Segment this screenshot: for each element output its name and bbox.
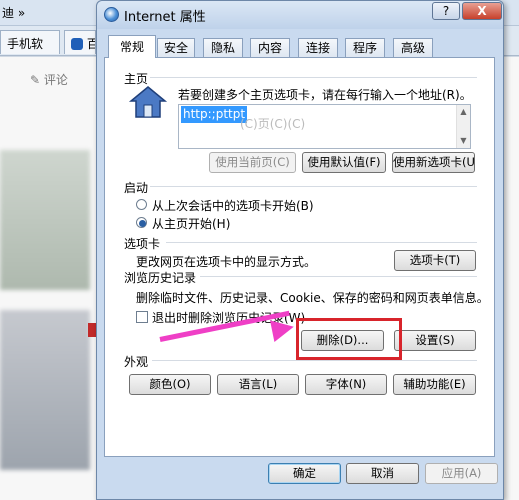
page-image-blurred-2 [0,310,90,470]
appearance-divider [152,360,477,361]
colors-button[interactable]: 颜色(O) [129,374,211,395]
tabs-heading: 选项卡 [124,237,161,251]
browser-tab-1-label: 手机软 [7,37,44,51]
tabs-divider [166,242,477,243]
comment-link[interactable]: ✎ 评论 [30,71,68,88]
scroll-down-icon[interactable]: ▼ [457,136,470,145]
cancel-button[interactable]: 取消 [346,463,419,484]
use-default-button[interactable]: 使用默认值(F) [302,152,386,173]
startup-homepage-radio[interactable] [136,217,147,228]
toolbar-fragment: 迪 » [2,6,26,20]
delete-on-exit-checkbox[interactable] [136,311,148,323]
startup-last-session-radio[interactable] [136,199,147,210]
history-divider [200,276,477,277]
homepage-divider [150,77,477,78]
page-red-marker [88,323,96,337]
tab-programs[interactable]: 程序 [345,38,385,58]
tab-privacy[interactable]: 隐私 [203,38,243,58]
homepage-url-value: http:;pttpt [181,106,248,123]
tab-security[interactable]: 安全 [157,38,195,58]
homepage-url-ghost-text: (C)页(C)(C) [240,117,306,131]
history-settings-button[interactable]: 设置(S) [394,330,476,351]
tabs-description: 更改网页在选项卡中的显示方式。 [136,255,317,269]
close-button[interactable]: X [462,2,502,20]
comment-label: 评论 [43,73,68,87]
apply-button[interactable]: 应用(A) [425,463,498,484]
accessibility-button[interactable]: 辅助功能(E) [393,374,476,395]
home-icon [128,84,168,120]
history-description: 删除临时文件、历史记录、Cookie、保存的密码和网页表单信息。 [136,291,489,305]
page-image-blurred [0,150,90,290]
scroll-up-icon[interactable]: ▲ [457,107,470,116]
tab-advanced[interactable]: 高级 [393,38,433,58]
tab-general[interactable]: 常规 [108,35,156,58]
appearance-heading: 外观 [124,355,149,369]
languages-button[interactable]: 语言(L) [217,374,299,395]
startup-last-session-label: 从上次会话中的选项卡开始(B) [152,199,314,213]
internet-globe-icon [104,7,119,22]
pencil-icon: ✎ [30,73,41,87]
tab-content[interactable]: 内容 [250,38,290,58]
tab-connections[interactable]: 连接 [298,38,338,58]
dialog-title: Internet 属性 [124,10,206,25]
browser-tab-1[interactable]: 手机软 [0,30,60,54]
ok-button[interactable]: 确定 [268,463,341,484]
fonts-button[interactable]: 字体(N) [305,374,387,395]
browser-tab-2-label: 百 [87,37,95,51]
startup-homepage-label: 从主页开始(H) [152,217,231,231]
tabs-settings-button[interactable]: 选项卡(T) [394,250,476,271]
help-button[interactable]: ? [432,2,460,20]
startup-heading: 启动 [124,181,149,195]
startup-divider [150,186,477,187]
paw-icon [71,38,83,50]
homepage-description: 若要创建多个主页选项卡，请在每行输入一个地址(R)。 [178,88,472,102]
use-new-tab-button[interactable]: 使用新选项卡(U) [392,152,475,173]
delete-button-highlight-box [296,318,402,360]
pointer-arrow-icon [270,316,296,342]
browser-tab-2[interactable]: 百 [64,30,96,54]
history-heading: 浏览历史记录 [124,271,197,285]
url-scrollbar[interactable]: ▲ ▼ [456,105,470,148]
use-current-button[interactable]: 使用当前页(C) [209,152,296,173]
